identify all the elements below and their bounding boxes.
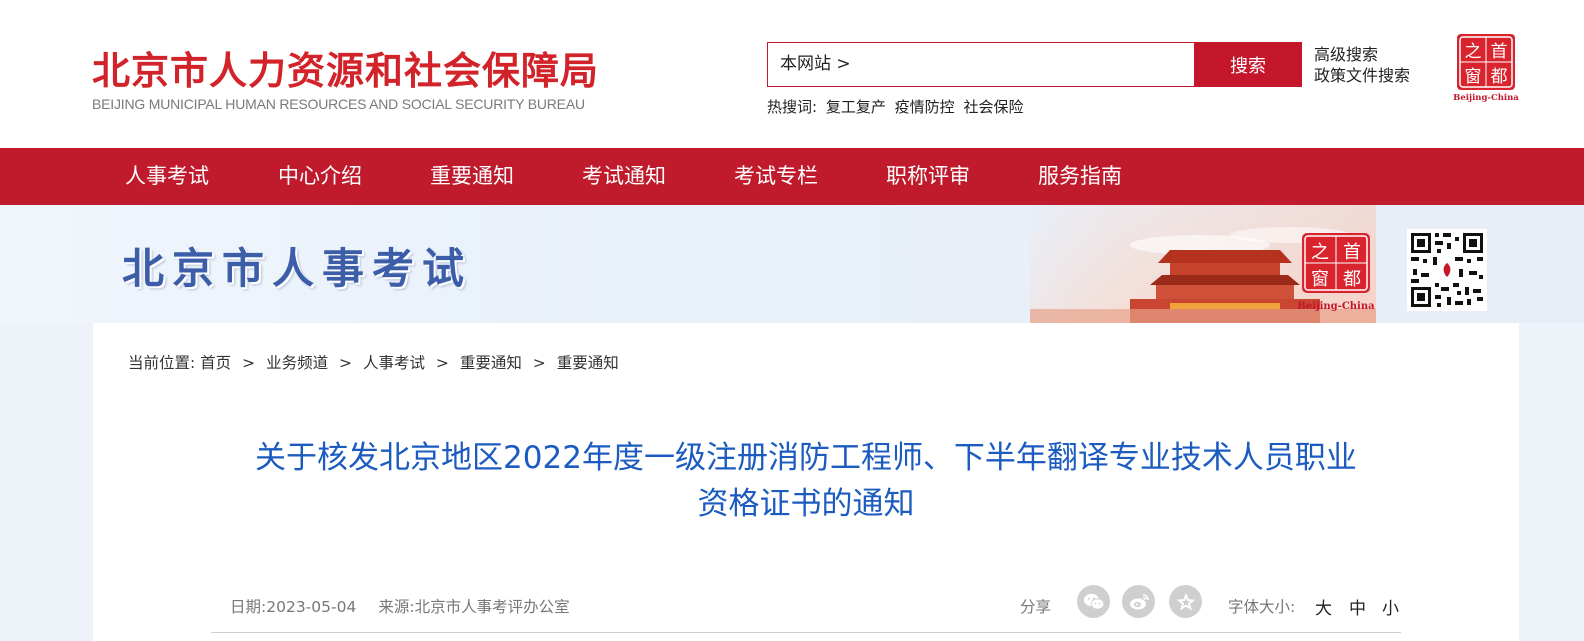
badge-char: 之 bbox=[1465, 42, 1482, 62]
hot-word-link[interactable]: 社会保险 bbox=[963, 98, 1023, 116]
breadcrumb-link-channel[interactable]: 业务频道 bbox=[266, 354, 328, 372]
date-label: 日期: bbox=[230, 598, 267, 616]
nav-item-exam[interactable]: 人事考试 bbox=[125, 148, 209, 205]
hot-search-label: 热搜词: bbox=[767, 98, 818, 116]
tiananmen-banner-image: 之 首 窗 都 Beijing-China bbox=[1030, 205, 1376, 323]
nav-item-exam-notices[interactable]: 考试通知 bbox=[582, 148, 666, 205]
article-source: 北京市人事考评办公室 bbox=[414, 598, 570, 616]
site-header: 北京市人力资源和社会保障局 BEIJING MUNICIPAL HUMAN RE… bbox=[0, 0, 1584, 148]
policy-search-link[interactable]: 政策文件搜索 bbox=[1314, 65, 1410, 86]
font-size-label: 字体大小: bbox=[1228, 598, 1296, 616]
publish-date: 2023-05-04 bbox=[266, 598, 357, 616]
site-logo-chinese[interactable]: 北京市人力资源和社会保障局 bbox=[92, 40, 599, 95]
banner-badge-english: Beijing-China bbox=[1297, 301, 1375, 312]
breadcrumb-label: 当前位置: bbox=[128, 354, 196, 372]
nav-item-service-guide[interactable]: 服务指南 bbox=[1038, 148, 1122, 205]
breadcrumb-link-home[interactable]: 首页 bbox=[200, 354, 231, 372]
source-label: 来源: bbox=[378, 598, 415, 616]
badge-english: Beijing-China bbox=[1453, 93, 1519, 102]
article-title: 关于核发北京地区2022年度一级注册消防工程师、下半年翻译专业技术人员职业 资格… bbox=[193, 435, 1419, 527]
breadcrumb-link-notices[interactable]: 重要通知 bbox=[460, 354, 522, 372]
advanced-links: 高级搜索 政策文件搜索 bbox=[1314, 44, 1410, 86]
advanced-search-link[interactable]: 高级搜索 bbox=[1314, 44, 1410, 65]
banner-badge-char: 都 bbox=[1343, 269, 1361, 290]
breadcrumb-separator: > bbox=[532, 354, 546, 372]
badge-char: 都 bbox=[1491, 67, 1508, 87]
article-meta: 日期:2023-05-04 来源:北京市人事考评办公室 bbox=[230, 595, 570, 617]
font-size-large[interactable]: 大 bbox=[1315, 594, 1332, 619]
search-input[interactable]: 本网站 > bbox=[767, 42, 1195, 87]
banner-badge-char: 窗 bbox=[1311, 269, 1329, 290]
breadcrumb-separator: > bbox=[242, 354, 256, 372]
favorite-icon[interactable] bbox=[1169, 585, 1202, 618]
share-label: 分享 bbox=[1020, 598, 1052, 616]
nav-item-center[interactable]: 中心介绍 bbox=[278, 148, 362, 205]
hot-word-link[interactable]: 复工复产 bbox=[826, 98, 886, 116]
weibo-icon[interactable] bbox=[1122, 585, 1155, 618]
font-size-small[interactable]: 小 bbox=[1382, 594, 1399, 619]
hot-search-words: 热搜词: 复工复产 疫情防控 社会保险 bbox=[767, 96, 1027, 117]
breadcrumb-separator: > bbox=[435, 354, 449, 372]
breadcrumb: 当前位置: 首页 > 业务频道 > 人事考试 > 重要通知 > 重要通知 bbox=[128, 351, 619, 373]
wechat-icon[interactable] bbox=[1077, 585, 1110, 618]
breadcrumb-link-notices-sub[interactable]: 重要通知 bbox=[557, 354, 619, 372]
nav-item-notices[interactable]: 重要通知 bbox=[430, 148, 514, 205]
article-title-line: 关于核发北京地区2022年度一级注册消防工程师、下半年翻译专业技术人员职业 bbox=[255, 440, 1357, 476]
search-scope-selector[interactable]: 本网站 > bbox=[780, 54, 851, 74]
search-button[interactable]: 搜索 bbox=[1194, 42, 1302, 87]
capital-window-logo[interactable]: 之 首 窗 都 Beijing-China bbox=[1453, 32, 1519, 102]
article-title-line: 资格证书的通知 bbox=[697, 486, 915, 522]
badge-char: 窗 bbox=[1465, 67, 1482, 87]
nav-item-exam-column[interactable]: 考试专栏 bbox=[734, 148, 818, 205]
banner-title: 北京市人事考试 bbox=[122, 244, 473, 293]
channel-banner: 北京市人事考试 之 首 窗 都 Beijing-China bbox=[0, 205, 1584, 323]
breadcrumb-separator: > bbox=[339, 354, 353, 372]
qr-code-icon[interactable] bbox=[1407, 229, 1487, 311]
banner-badge-char: 首 bbox=[1343, 242, 1361, 263]
badge-char: 首 bbox=[1491, 42, 1508, 62]
nav-item-title-review[interactable]: 职称评审 bbox=[886, 148, 970, 205]
main-nav: 人事考试 中心介绍 重要通知 考试通知 考试专栏 职称评审 服务指南 bbox=[0, 148, 1584, 205]
site-logo-english[interactable]: BEIJING MUNICIPAL HUMAN RESOURCES AND SO… bbox=[92, 96, 585, 112]
article-panel: 当前位置: 首页 > 业务频道 > 人事考试 > 重要通知 > 重要通知 关于核… bbox=[93, 323, 1519, 641]
breadcrumb-link-exam[interactable]: 人事考试 bbox=[363, 354, 425, 372]
divider bbox=[211, 632, 1401, 633]
hot-word-link[interactable]: 疫情防控 bbox=[895, 98, 955, 116]
font-size-medium[interactable]: 中 bbox=[1349, 594, 1366, 619]
banner-badge-char: 之 bbox=[1311, 242, 1329, 263]
